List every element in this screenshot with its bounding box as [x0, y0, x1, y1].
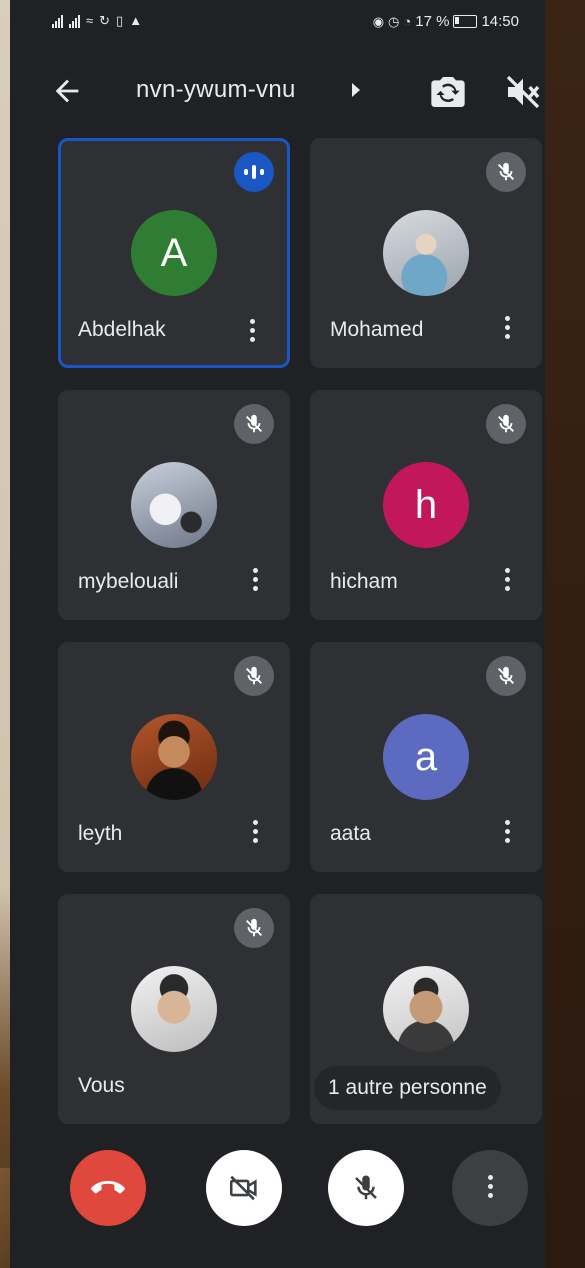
avatar: a [383, 714, 469, 800]
sim-icon: ▯ [116, 13, 124, 28]
signal-icon [52, 14, 63, 28]
participant-name: Vous [78, 1074, 125, 1097]
microphone-toggle-button[interactable] [328, 1150, 404, 1226]
more-vert-icon[interactable] [250, 820, 260, 850]
speaker-off-icon[interactable] [503, 72, 543, 112]
more-vert-icon [485, 1175, 495, 1201]
speaking-indicator-icon [234, 152, 274, 192]
mic-off-icon [486, 152, 526, 192]
caret-right-icon[interactable] [352, 83, 360, 97]
more-vert-icon[interactable] [502, 568, 512, 598]
avatar-initial: A [160, 230, 188, 275]
phone-hangup-icon [91, 1180, 125, 1194]
mic-off-icon [355, 1175, 377, 1200]
participant-tile-aata[interactable]: a aata [310, 642, 542, 872]
meeting-top-bar: nvn-ywum-vnu [10, 60, 545, 124]
participant-name: leyth [78, 822, 123, 845]
speed-icon: ◔ [403, 13, 412, 29]
more-vert-icon[interactable] [502, 820, 512, 850]
more-vert-icon[interactable] [502, 316, 512, 346]
avatar: A [131, 210, 217, 296]
background-right [541, 0, 585, 1268]
avatar-initial: h [414, 482, 438, 527]
hang-up-button[interactable] [70, 1150, 146, 1226]
eye-icon: ◉ [372, 13, 385, 29]
camera-toggle-button[interactable] [206, 1150, 282, 1226]
participant-name: aata [330, 822, 371, 845]
more-options-button[interactable] [452, 1150, 528, 1226]
participant-tile-abdelhak[interactable]: A Abdelhak [58, 138, 290, 368]
camera-off-icon [229, 1175, 257, 1201]
mic-off-icon [486, 656, 526, 696]
avatar-photo [383, 966, 469, 1052]
avatar-photo [131, 714, 217, 800]
avatar-photo [383, 210, 469, 296]
participant-name: Mohamed [330, 318, 424, 341]
phone-screen: ≈ ↻ ▯ ▲ ◉ ◷ ◔ 17 % 14:50 nvn-ywum-vnu A … [10, 0, 545, 1268]
switch-camera-icon[interactable] [428, 72, 468, 112]
avatar-initial: a [414, 734, 438, 779]
clock: 14:50 [481, 13, 519, 30]
others-count-chip[interactable]: 1 autre personne [314, 1066, 501, 1110]
mic-off-icon [234, 908, 274, 948]
participant-name: hicham [330, 570, 398, 593]
participant-tile-mybelouali[interactable]: mybelouali [58, 390, 290, 620]
status-bar: ≈ ↻ ▯ ▲ ◉ ◷ ◔ 17 % 14:50 [10, 0, 545, 48]
wifi-icon: ≈ [86, 13, 94, 28]
participant-tile-others[interactable]: 1 autre personne [310, 894, 542, 1124]
mic-off-icon [486, 404, 526, 444]
sync-icon: ↻ [99, 13, 111, 28]
mic-off-icon [234, 404, 274, 444]
participant-name: Abdelhak [78, 318, 166, 341]
battery-percent: 17 % [415, 13, 450, 30]
avatar: h [383, 462, 469, 548]
arrow-left-icon[interactable] [50, 74, 84, 108]
status-bar-left: ≈ ↻ ▯ ▲ [52, 13, 142, 29]
participant-tile-hicham[interactable]: h hicham [310, 390, 542, 620]
mic-off-icon [234, 656, 274, 696]
notification-icon: ▲ [129, 13, 143, 28]
status-bar-right: ◉ ◷ ◔ 17 % 14:50 [373, 13, 519, 30]
avatar-photo [131, 966, 217, 1052]
avatar-photo [131, 462, 217, 548]
participant-tile-self[interactable]: Vous [58, 894, 290, 1124]
participant-tile-leyth[interactable]: leyth [58, 642, 290, 872]
battery-icon [453, 15, 478, 28]
meeting-code[interactable]: nvn-ywum-vnu [136, 76, 296, 104]
more-vert-icon[interactable] [250, 568, 260, 598]
alarm-icon: ◷ [388, 13, 400, 29]
call-controls [10, 1150, 545, 1230]
more-vert-icon[interactable] [247, 319, 257, 349]
signal-icon-2 [69, 14, 80, 28]
participant-name: mybelouali [78, 570, 179, 593]
participant-tile-mohamed[interactable]: Mohamed [310, 138, 542, 368]
